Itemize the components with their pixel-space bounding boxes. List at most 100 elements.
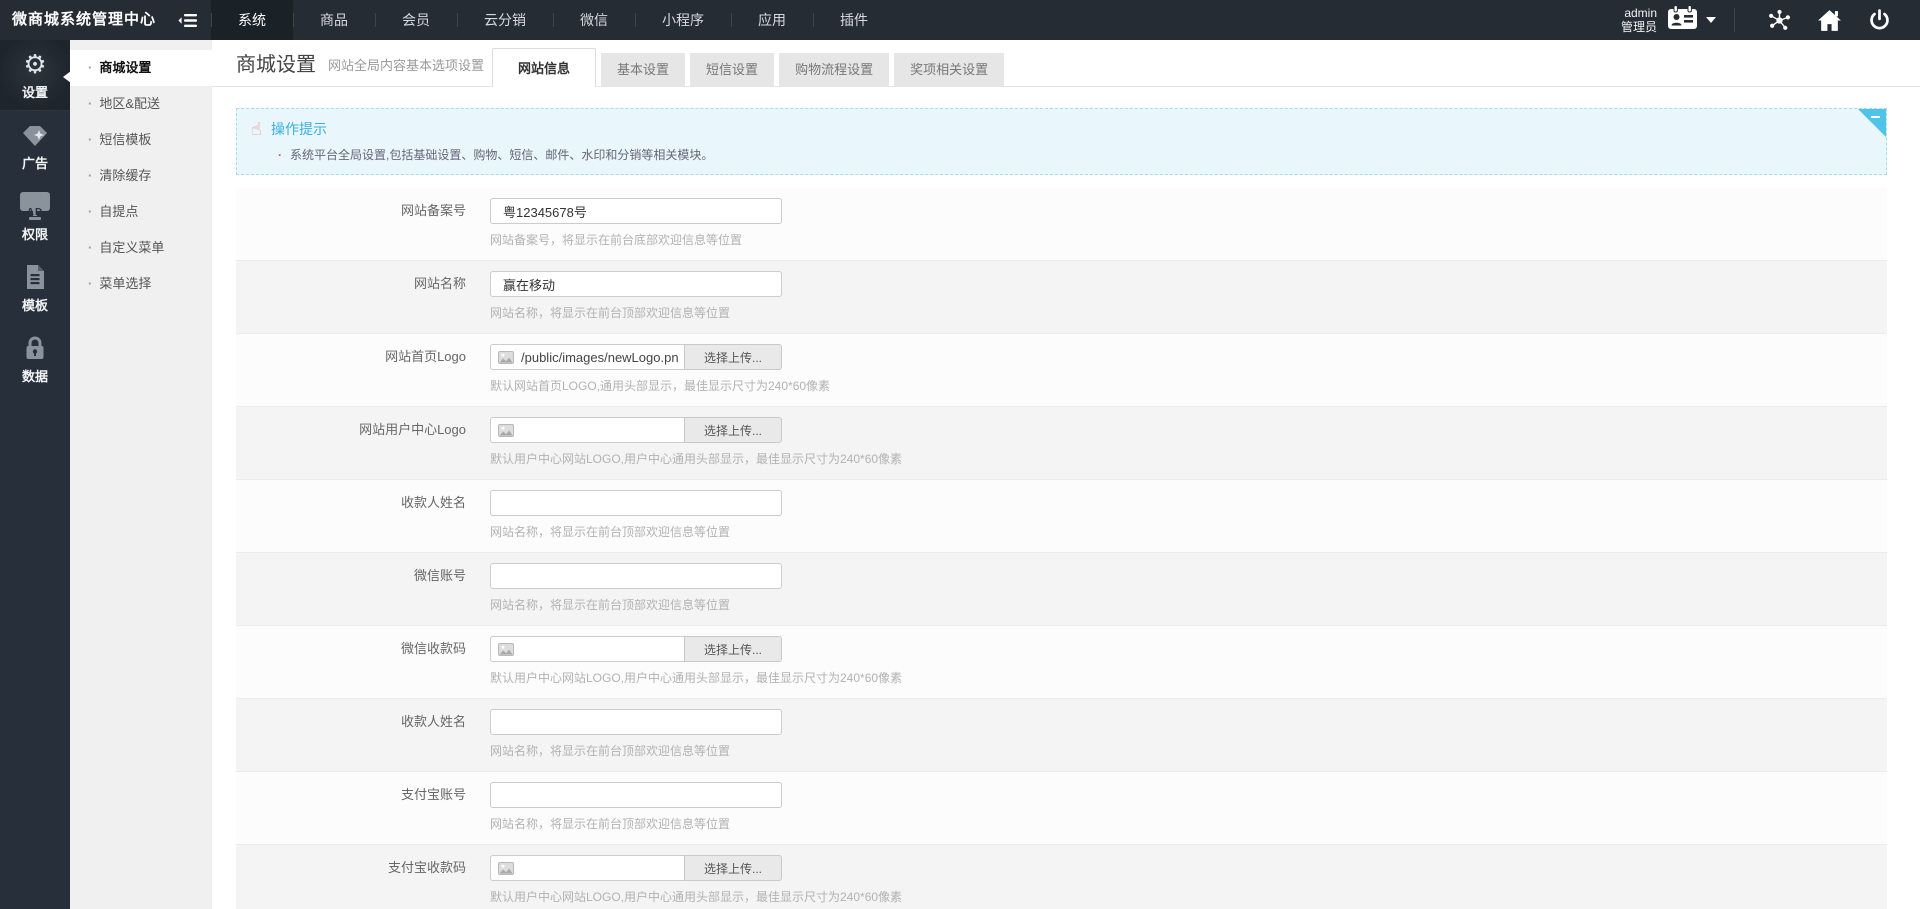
image-icon	[498, 643, 514, 656]
form-row: 收款人姓名 网站名称，将显示在前台顶部欢迎信息等位置	[236, 480, 1887, 553]
page-title: 商城设置	[236, 48, 316, 86]
hint-collapse-toggle[interactable]	[1858, 109, 1886, 137]
field-help: 默认用户中心网站LOGO,用户中心通用头部显示，最佳显示尺寸为240*60像素	[490, 888, 902, 905]
rail-item-label: 权限	[22, 224, 48, 243]
form-row: 微信收款码 选择上传... 默认用户中心	[236, 626, 1887, 699]
tab[interactable]: 网站信息	[492, 48, 596, 87]
image-icon	[498, 862, 514, 875]
form-row: 支付宝收款码 选择上传... 默认用户中	[236, 845, 1887, 909]
form-row: 支付宝账号 网站名称，将显示在前台顶部欢迎信息等位置	[236, 772, 1887, 845]
field-label: 收款人姓名	[236, 480, 466, 552]
text-input[interactable]	[490, 709, 782, 735]
upload-button[interactable]: 选择上传...	[684, 636, 782, 662]
sidebar-rail-item[interactable]: ⚙ 设置	[0, 40, 70, 111]
field-label: 支付宝收款码	[236, 845, 466, 909]
content-header: 商城设置 网站全局内容基本选项设置 网站信息基本设置短信设置购物流程设置奖项相关…	[212, 40, 1920, 87]
text-input[interactable]	[490, 271, 782, 297]
text-input[interactable]	[490, 490, 782, 516]
power-icon[interactable]	[1868, 9, 1891, 32]
image-icon	[498, 424, 514, 437]
upload-button[interactable]: 选择上传...	[684, 417, 782, 443]
field-label: 网站备案号	[236, 188, 466, 260]
sidebar-rail-item[interactable]: 模板	[0, 253, 70, 324]
submenu-item[interactable]: 菜单选择	[70, 266, 212, 302]
submenu-item[interactable]: 自定义菜单	[70, 230, 212, 266]
rail-item-label: 模板	[22, 295, 48, 314]
submenu-item[interactable]: 自提点	[70, 194, 212, 230]
user-info[interactable]: admin 管理员	[1621, 6, 1657, 34]
top-menu-item[interactable]: 会员	[375, 0, 457, 40]
upload-path-input[interactable]	[490, 417, 684, 443]
upload-path-input[interactable]	[490, 344, 684, 370]
sidebar-rail-item[interactable]: AD 权限	[0, 182, 70, 253]
top-menu-item[interactable]: 云分销	[457, 0, 553, 40]
diamond-icon	[22, 121, 48, 149]
image-icon	[498, 351, 514, 364]
rail-item-label: 广告	[22, 153, 48, 172]
field-label: 微信收款码	[236, 626, 466, 698]
form-row: 网站名称 网站名称，将显示在前台顶部欢迎信息等位置	[236, 261, 1887, 334]
divider	[1734, 8, 1735, 32]
submenu-item[interactable]: 商城设置	[70, 50, 212, 86]
app-logo: 微商城系统管理中心	[0, 0, 156, 40]
settings-form: 网站备案号 网站备案号，将显示在前台底部欢迎信息等位置 网站名称	[212, 188, 1920, 909]
form-row: 网站用户中心Logo 选择上传... 默	[236, 407, 1887, 480]
field-label: 微信账号	[236, 553, 466, 625]
tab[interactable]: 短信设置	[690, 53, 774, 86]
submenu-item[interactable]: 清除缓存	[70, 158, 212, 194]
lock-icon	[23, 334, 47, 362]
document-icon	[24, 263, 46, 291]
field-help: 网站名称，将显示在前台顶部欢迎信息等位置	[490, 304, 782, 321]
menu-toggle-icon[interactable]	[178, 0, 197, 40]
top-menu-item[interactable]: 小程序	[635, 0, 731, 40]
field-help: 网站备案号，将显示在前台底部欢迎信息等位置	[490, 231, 782, 248]
hint-title: 操作提示	[271, 119, 327, 139]
icon-sidebar: ⚙ 设置 广告 AD 权限 模板 数据	[0, 40, 70, 909]
top-menu-item[interactable]: 应用	[731, 0, 813, 40]
user-card-dropdown[interactable]	[1667, 5, 1716, 35]
gear-icon: ⚙	[23, 50, 46, 78]
form-row: 微信账号 网站名称，将显示在前台顶部欢迎信息等位置	[236, 553, 1887, 626]
field-help: 默认用户中心网站LOGO,用户中心通用头部显示，最佳显示尺寸为240*60像素	[490, 669, 902, 686]
pointing-hand-icon: ☝	[251, 120, 262, 138]
sidebar-rail-item[interactable]: 数据	[0, 324, 70, 395]
submenu-item[interactable]: 短信模板	[70, 122, 212, 158]
upload-path-input[interactable]	[490, 855, 684, 881]
field-help: 默认网站首页LOGO,通用头部显示，最佳显示尺寸为240*60像素	[490, 377, 830, 394]
tab-bar: 网站信息基本设置短信设置购物流程设置奖项相关设置	[492, 48, 1009, 86]
field-help: 网站名称，将显示在前台顶部欢迎信息等位置	[490, 523, 782, 540]
main-content: 商城设置 网站全局内容基本选项设置 网站信息基本设置短信设置购物流程设置奖项相关…	[212, 40, 1920, 909]
top-menu-item[interactable]: 商品	[293, 0, 375, 40]
text-input[interactable]	[490, 782, 782, 808]
sidebar-rail-item[interactable]: 广告	[0, 111, 70, 182]
field-label: 网站名称	[236, 261, 466, 333]
rail-item-label: 数据	[22, 366, 48, 385]
ad-sign-icon: AD	[20, 192, 50, 220]
text-input[interactable]	[490, 198, 782, 224]
field-help: 网站名称，将显示在前台顶部欢迎信息等位置	[490, 596, 782, 613]
home-icon[interactable]	[1817, 9, 1842, 32]
upload-button[interactable]: 选择上传...	[684, 855, 782, 881]
id-card-icon	[1667, 5, 1698, 35]
minus-icon	[1871, 116, 1880, 118]
user-role: 管理员	[1621, 20, 1657, 34]
hint-box: ☝ 操作提示 系统平台全局设置,包括基础设置、购物、短信、邮件、水印和分销等相关…	[236, 108, 1887, 175]
field-label: 收款人姓名	[236, 699, 466, 771]
top-menu-item[interactable]: 插件	[813, 0, 895, 40]
field-help: 默认用户中心网站LOGO,用户中心通用头部显示，最佳显示尺寸为240*60像素	[490, 450, 902, 467]
share-network-icon[interactable]	[1768, 9, 1791, 32]
tab[interactable]: 基本设置	[601, 53, 685, 86]
top-bar-actions: admin 管理员	[1621, 0, 1920, 40]
form-row: 收款人姓名 网站名称，将显示在前台顶部欢迎信息等位置	[236, 699, 1887, 772]
top-menu-item[interactable]: 微信	[553, 0, 635, 40]
upload-button[interactable]: 选择上传...	[684, 344, 782, 370]
tab[interactable]: 奖项相关设置	[894, 53, 1004, 86]
text-input[interactable]	[490, 563, 782, 589]
top-bar: 微商城系统管理中心 系统商品会员云分销微信小程序应用插件 admin 管理员	[0, 0, 1920, 40]
upload-path-input[interactable]	[490, 636, 684, 662]
field-help: 网站名称，将显示在前台顶部欢迎信息等位置	[490, 742, 782, 759]
submenu-item[interactable]: 地区&配送	[70, 86, 212, 122]
top-menu-item[interactable]: 系统	[211, 0, 293, 40]
sub-sidebar: 商城设置地区&配送短信模板清除缓存自提点自定义菜单菜单选择	[70, 40, 212, 909]
tab[interactable]: 购物流程设置	[779, 53, 889, 86]
